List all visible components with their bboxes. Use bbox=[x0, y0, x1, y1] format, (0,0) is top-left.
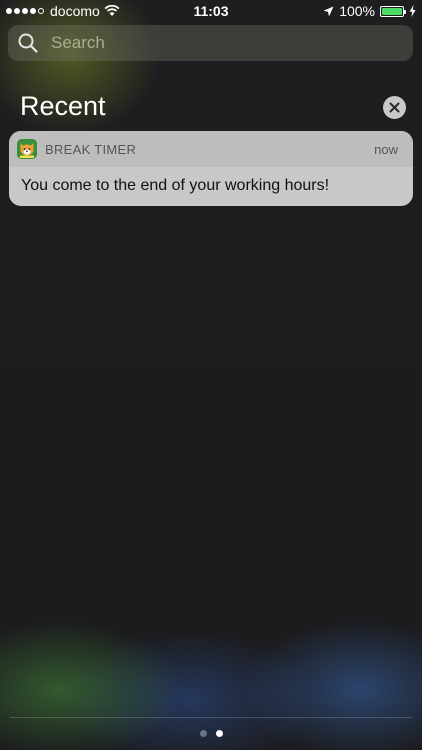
divider bbox=[10, 717, 412, 718]
notification-card[interactable]: BREAK TIMER now You come to the end of y… bbox=[9, 131, 413, 206]
close-icon bbox=[389, 102, 400, 113]
charging-bolt-icon bbox=[409, 5, 416, 17]
battery-icon bbox=[380, 5, 406, 17]
notification-center-screen: docomo 11:03 100% Search Recent BREAK TI… bbox=[0, 0, 422, 750]
search-bar[interactable]: Search bbox=[8, 25, 413, 61]
notification-header: BREAK TIMER now bbox=[9, 131, 413, 167]
location-arrow-icon bbox=[323, 6, 334, 16]
shiba-dog-icon bbox=[17, 139, 37, 159]
notification-app-name: BREAK TIMER bbox=[45, 141, 137, 157]
page-dot[interactable] bbox=[199, 730, 207, 737]
battery-fill bbox=[382, 7, 402, 15]
search-icon bbox=[18, 33, 38, 53]
status-bar: docomo 11:03 100% bbox=[0, 0, 422, 22]
battery-percentage: 100% bbox=[339, 3, 375, 19]
search-input[interactable]: Search bbox=[51, 33, 105, 53]
page-indicator[interactable] bbox=[0, 730, 422, 737]
recent-section-title: Recent bbox=[20, 91, 106, 121]
notification-message: You come to the end of your working hour… bbox=[21, 177, 330, 194]
notification-time: now bbox=[374, 141, 398, 157]
clear-recent-button[interactable] bbox=[383, 96, 406, 119]
page-dot-active[interactable] bbox=[215, 730, 223, 737]
status-right: 100% bbox=[323, 3, 416, 19]
